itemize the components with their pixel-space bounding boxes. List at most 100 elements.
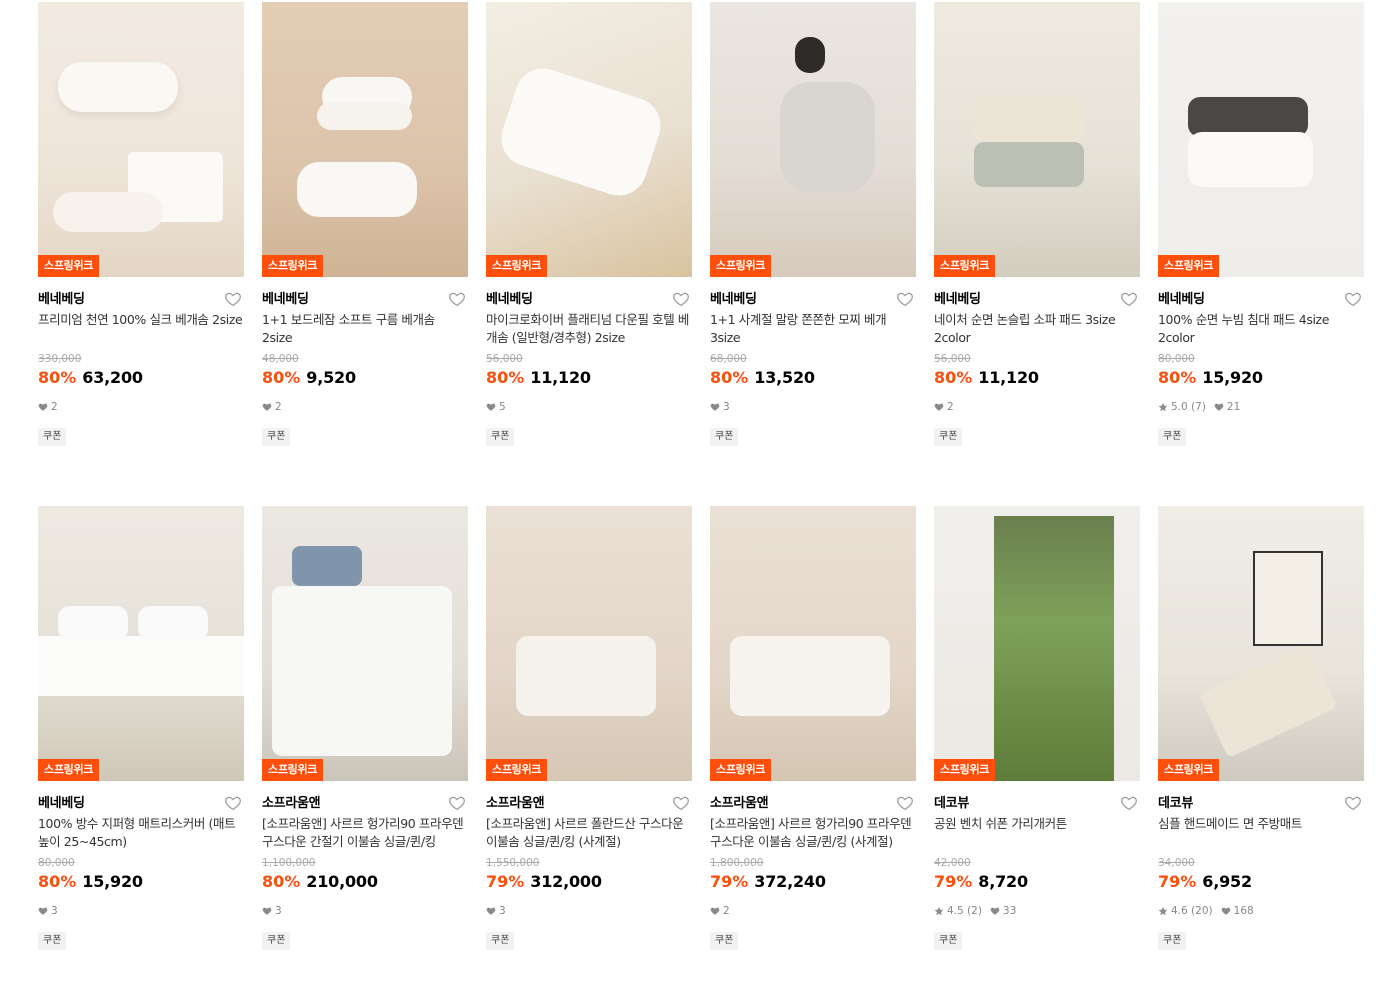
product-card[interactable]: 스프링위크 베네베딩 100% 방수 지퍼형 매트리스커버 (매트높이 25~4…	[38, 506, 244, 950]
product-title[interactable]: [소프라움앤] 사르르 헝가리90 프라우덴 구스다운 간절기 이불솜 싱글/퀸…	[262, 815, 468, 853]
product-image[interactable]: 스프링위크	[710, 2, 916, 277]
like-count: 168	[1233, 905, 1254, 917]
price-row: 80% 11,120	[934, 368, 1140, 390]
brand-name[interactable]: 베네베딩	[1158, 291, 1364, 309]
product-image[interactable]: 스프링위크	[262, 2, 468, 277]
product-card[interactable]: 스프링위크 베네베딩 네이처 순면 논슬립 소파 패드 3size 2color…	[934, 2, 1140, 446]
product-title[interactable]: 100% 방수 지퍼형 매트리스커버 (매트높이 25~45cm)	[38, 815, 244, 853]
product-title[interactable]: 100% 순면 누빔 침대 패드 4size 2color	[1158, 311, 1364, 349]
likes: 2	[710, 905, 730, 917]
product-card[interactable]: 스프링위크 소프라움앤 [소프라움앤] 사르르 폴란드산 구스다운 이불솜 싱글…	[486, 506, 692, 950]
brand-name[interactable]: 베네베딩	[38, 795, 244, 813]
product-title[interactable]: [소프라움앤] 사르르 폴란드산 구스다운 이불솜 싱글/퀸/킹 (사계절)	[486, 815, 692, 853]
like-icon	[710, 906, 720, 916]
like-count: 5	[499, 401, 506, 413]
brand-name[interactable]: 베네베딩	[486, 291, 692, 309]
price-row: 80% 15,920	[1158, 368, 1364, 390]
like-icon	[934, 402, 944, 412]
sale-price: 15,920	[1202, 368, 1263, 387]
sale-price: 6,952	[1202, 872, 1252, 891]
product-image[interactable]: 스프링위크	[486, 2, 692, 277]
product-meta: 4.5 (2) 33	[934, 904, 1140, 918]
brand-name[interactable]: 소프라움앤	[486, 795, 692, 813]
like-icon	[1221, 906, 1231, 916]
product-image[interactable]: 스프링위크	[38, 2, 244, 277]
product-card[interactable]: 스프링위크 베네베딩 1+1 사계절 말랑 쫀쫀한 모찌 베개 3size 68…	[710, 2, 916, 446]
spring-week-badge: 스프링위크	[262, 255, 324, 277]
spring-week-badge: 스프링위크	[1158, 759, 1220, 781]
product-meta: 3	[38, 904, 244, 918]
heart-icon[interactable]	[1344, 290, 1362, 308]
heart-icon[interactable]	[896, 794, 914, 812]
likes: 33	[990, 905, 1016, 917]
price-row: 80% 15,920	[38, 872, 244, 894]
heart-icon[interactable]	[224, 794, 242, 812]
heart-icon[interactable]	[672, 290, 690, 308]
heart-icon[interactable]	[896, 290, 914, 308]
heart-icon[interactable]	[1344, 794, 1362, 812]
like-count: 21	[1226, 401, 1241, 413]
product-title[interactable]: 프리미엄 천연 100% 실크 베개솜 2size	[38, 311, 244, 349]
like-icon	[38, 906, 48, 916]
rating: 4.5 (2)	[934, 905, 982, 917]
product-image[interactable]: 스프링위크	[1158, 506, 1364, 781]
product-card[interactable]: 스프링위크 베네베딩 1+1 보드레잠 소프트 구름 베개솜 2size 48,…	[262, 2, 468, 446]
brand-name[interactable]: 소프라움앤	[710, 795, 916, 813]
like-count: 2	[723, 905, 730, 917]
brand-name[interactable]: 베네베딩	[710, 291, 916, 309]
spring-week-badge: 스프링위크	[486, 759, 548, 781]
product-image[interactable]: 스프링위크	[486, 506, 692, 781]
product-title[interactable]: 1+1 보드레잠 소프트 구름 베개솜 2size	[262, 311, 468, 349]
product-image[interactable]: 스프링위크	[934, 506, 1140, 781]
product-card[interactable]: 스프링위크 베네베딩 마이크로화이버 플래티넘 다운필 호텔 베개솜 (일반형/…	[486, 2, 692, 446]
likes: 3	[262, 905, 282, 917]
brand-name[interactable]: 베네베딩	[38, 291, 244, 309]
brand-name[interactable]: 데코뷰	[934, 795, 1140, 813]
product-image[interactable]: 스프링위크	[710, 506, 916, 781]
heart-icon[interactable]	[224, 290, 242, 308]
sale-price: 8,720	[978, 872, 1028, 891]
product-image[interactable]: 스프링위크	[38, 506, 244, 781]
heart-icon[interactable]	[448, 290, 466, 308]
like-icon	[990, 906, 1000, 916]
sale-price: 312,000	[530, 872, 602, 891]
product-card[interactable]: 스프링위크 베네베딩 100% 순면 누빔 침대 패드 4size 2color…	[1158, 2, 1364, 446]
heart-icon[interactable]	[1120, 794, 1138, 812]
coupon-badge: 쿠폰	[262, 932, 291, 950]
product-title[interactable]: 1+1 사계절 말랑 쫀쫀한 모찌 베개 3size	[710, 311, 916, 349]
like-icon	[486, 906, 496, 916]
original-price: 1,100,000	[262, 857, 316, 869]
product-image[interactable]: 스프링위크	[934, 2, 1140, 277]
like-count: 33	[1002, 905, 1017, 917]
brand-name[interactable]: 소프라움앤	[262, 795, 468, 813]
product-card[interactable]: 스프링위크 데코뷰 심플 핸드메이드 면 주방매트 34,000 79% 6,9…	[1158, 506, 1364, 950]
product-title[interactable]: 마이크로화이버 플래티넘 다운필 호텔 베개솜 (일반형/경추형) 2size	[486, 311, 692, 349]
star-icon	[1158, 402, 1168, 412]
product-card[interactable]: 스프링위크 소프라움앤 [소프라움앤] 사르르 헝가리90 프라우덴 구스다운 …	[710, 506, 916, 950]
product-title[interactable]: 심플 핸드메이드 면 주방매트	[1158, 815, 1364, 853]
product-image[interactable]: 스프링위크	[1158, 2, 1364, 277]
like-icon	[38, 402, 48, 412]
brand-name[interactable]: 베네베딩	[262, 291, 468, 309]
product-image[interactable]: 스프링위크	[262, 506, 468, 781]
product-card[interactable]: 스프링위크 데코뷰 공원 벤치 쉬폰 가리개커튼 42,000 79% 8,72…	[934, 506, 1140, 950]
sale-price: 15,920	[82, 872, 143, 891]
sale-price: 63,200	[82, 368, 143, 387]
heart-icon[interactable]	[448, 794, 466, 812]
coupon-badge: 쿠폰	[710, 932, 739, 950]
heart-icon[interactable]	[672, 794, 690, 812]
coupon-badge: 쿠폰	[262, 428, 291, 446]
coupon-badge: 쿠폰	[38, 428, 67, 446]
heart-icon[interactable]	[1120, 290, 1138, 308]
brand-name[interactable]: 베네베딩	[934, 291, 1140, 309]
coupon-badge: 쿠폰	[710, 428, 739, 446]
product-meta: 3	[710, 400, 916, 414]
product-title[interactable]: [소프라움앤] 사르르 헝가리90 프라우덴 구스다운 이불솜 싱글/퀸/킹 (…	[710, 815, 916, 853]
product-card[interactable]: 스프링위크 소프라움앤 [소프라움앤] 사르르 헝가리90 프라우덴 구스다운 …	[262, 506, 468, 950]
spring-week-badge: 스프링위크	[934, 759, 996, 781]
product-card[interactable]: 스프링위크 베네베딩 프리미엄 천연 100% 실크 베개솜 2size 330…	[38, 2, 244, 446]
product-title[interactable]: 네이처 순면 논슬립 소파 패드 3size 2color	[934, 311, 1140, 349]
product-title[interactable]: 공원 벤치 쉬폰 가리개커튼	[934, 815, 1140, 853]
price-row: 80% 210,000	[262, 872, 468, 894]
brand-name[interactable]: 데코뷰	[1158, 795, 1364, 813]
